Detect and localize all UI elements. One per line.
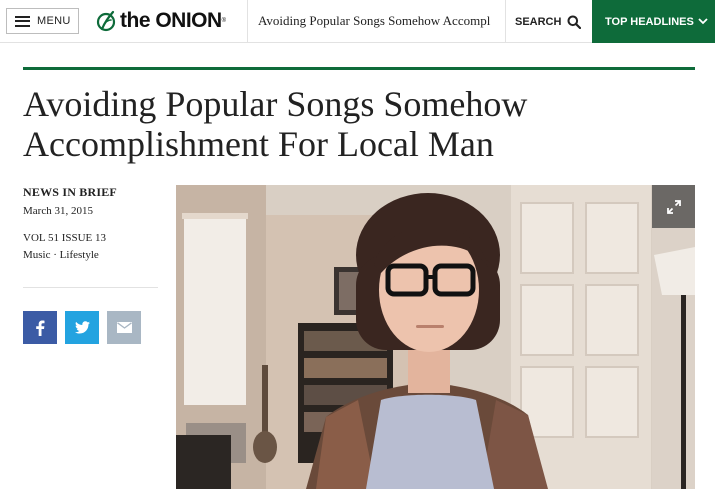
tag-lifestyle[interactable]: Lifestyle xyxy=(60,249,99,261)
top-headlines-button[interactable]: TOP HEADLINES xyxy=(592,0,715,43)
header-article-title: Avoiding Popular Songs Somehow Accompl xyxy=(258,13,491,28)
share-twitter-button[interactable] xyxy=(65,311,99,344)
expand-icon xyxy=(666,199,681,214)
article-photo[interactable] xyxy=(176,185,695,489)
twitter-icon xyxy=(74,321,90,334)
onion-leaf-icon xyxy=(96,10,116,32)
logo-trademark: ® xyxy=(221,18,227,24)
article-date: March 31, 2015 xyxy=(23,205,93,217)
search-button[interactable]: SEARCH xyxy=(515,0,591,43)
search-label: SEARCH xyxy=(515,15,562,28)
logo-text: the ONION xyxy=(120,9,222,32)
article-meta: NEWS IN BRIEF March 31, 2015 VOL 51 ISSU… xyxy=(23,185,158,261)
header-divider xyxy=(505,0,506,43)
header-divider xyxy=(247,0,248,43)
meta-divider xyxy=(23,287,158,288)
tag-music[interactable]: Music xyxy=(23,249,51,261)
hamburger-icon xyxy=(15,15,30,27)
headline-rule xyxy=(23,67,695,70)
article-category[interactable]: NEWS IN BRIEF xyxy=(23,185,158,200)
email-icon xyxy=(116,322,132,333)
photo-illustration xyxy=(176,185,695,489)
site-header: MENU the ONION ® Avoiding Popular Songs … xyxy=(0,0,715,43)
expand-photo-button[interactable] xyxy=(652,185,695,228)
article-headline: Avoiding Popular Songs Somehow Accomplis… xyxy=(23,84,528,164)
site-logo[interactable]: the ONION ® xyxy=(96,7,226,35)
chevron-down-icon xyxy=(698,18,708,25)
article-volume: VOL 51 ISSUE 13 xyxy=(23,232,107,244)
tag-separator: · xyxy=(50,249,60,261)
menu-label: MENU xyxy=(37,15,71,27)
share-facebook-button[interactable] xyxy=(23,311,57,344)
facebook-icon xyxy=(36,320,45,336)
share-email-button[interactable] xyxy=(107,311,141,344)
search-icon xyxy=(567,15,582,29)
menu-button[interactable]: MENU xyxy=(6,8,79,34)
article-tags: Music · Lifestyle xyxy=(23,249,158,261)
top-headlines-label: TOP HEADLINES xyxy=(605,15,694,28)
